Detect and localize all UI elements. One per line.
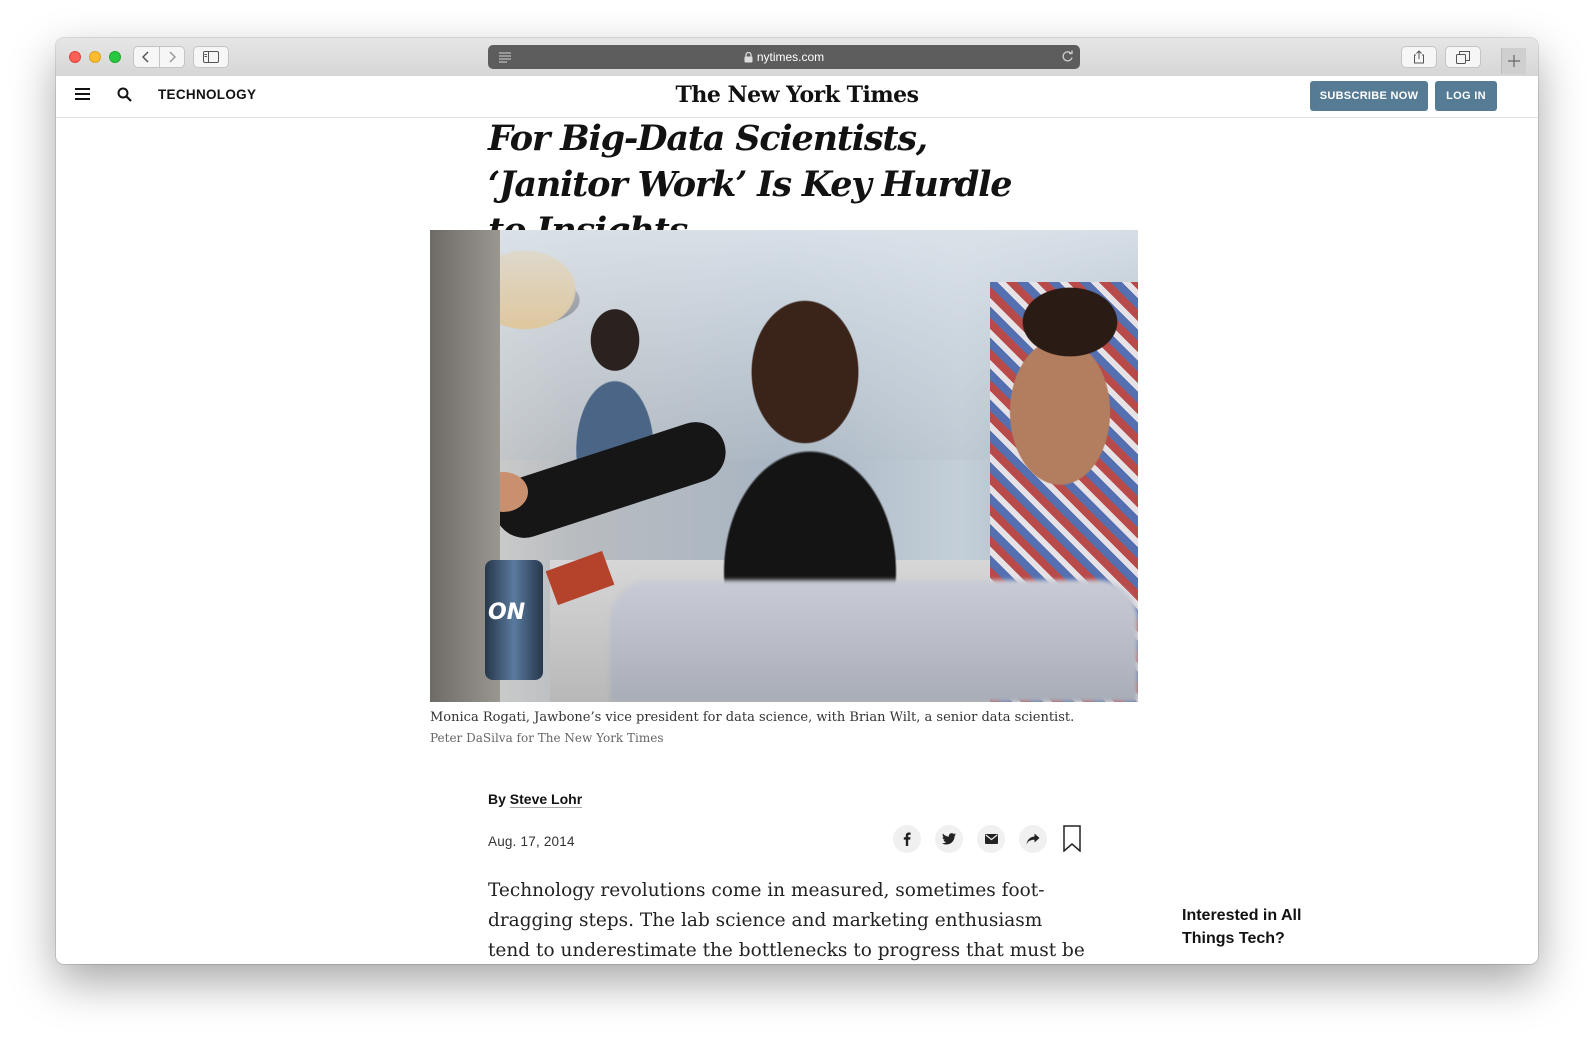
- email-share-button[interactable]: [977, 825, 1005, 853]
- newsletter-promo-title: Interested in All Things Tech?: [1182, 907, 1302, 947]
- chevron-right-icon: [169, 51, 176, 63]
- sidebar-icon: [203, 51, 219, 63]
- forward-button[interactable]: [158, 47, 185, 67]
- sidebar-toggle-button[interactable]: [193, 46, 229, 68]
- byline-prefix: By: [488, 791, 506, 807]
- new-tab-button[interactable]: [1501, 48, 1526, 74]
- browser-window: nytimes.com TECHNOLOGY The New York Time…: [56, 38, 1538, 964]
- photo-caption: Monica Rogati, Jawbone’s vice president …: [430, 710, 1075, 725]
- article-body: Technology revolutions come in measured,…: [488, 880, 1085, 961]
- byline: By Steve Lohr: [488, 791, 582, 807]
- back-button[interactable]: [134, 47, 159, 67]
- email-icon: [984, 834, 998, 844]
- login-button[interactable]: LOG IN: [1435, 81, 1497, 111]
- close-window-button[interactable]: [69, 51, 81, 63]
- address-bar[interactable]: nytimes.com: [488, 45, 1080, 69]
- author-link[interactable]: Steve Lohr: [510, 791, 582, 807]
- facebook-share-button[interactable]: [893, 825, 921, 853]
- minimize-window-button[interactable]: [89, 51, 101, 63]
- more-share-button[interactable]: [1019, 825, 1047, 853]
- twitter-icon: [942, 833, 956, 845]
- history-nav: [133, 46, 185, 68]
- plus-icon: [1508, 55, 1520, 67]
- maximize-window-button[interactable]: [109, 51, 121, 63]
- photo-can-text: ON: [488, 600, 526, 625]
- publish-date: Aug. 17, 2014: [488, 834, 575, 849]
- tab-overview-button[interactable]: [1445, 46, 1481, 68]
- reader-icon[interactable]: [498, 51, 512, 63]
- subscribe-button[interactable]: SUBSCRIBE NOW: [1310, 81, 1428, 111]
- lock-icon: [744, 51, 753, 62]
- reload-icon[interactable]: [1061, 50, 1074, 63]
- photo-credit: Peter DaSilva for The New York Times: [430, 731, 664, 745]
- share-sheet-icon: [1414, 50, 1424, 64]
- share-icon: [1026, 833, 1040, 845]
- twitter-share-button[interactable]: [935, 825, 963, 853]
- chevron-left-icon: [142, 51, 149, 63]
- article-photo: ON: [430, 230, 1138, 702]
- browser-toolbar: nytimes.com: [56, 38, 1538, 77]
- url-text: nytimes.com: [756, 50, 825, 64]
- tabs-icon: [1456, 50, 1470, 64]
- facebook-icon: [903, 832, 911, 846]
- site-header: TECHNOLOGY The New York Times SUBSCRIBE …: [56, 76, 1538, 118]
- bookmark-icon[interactable]: [1063, 825, 1081, 852]
- browser-share-button[interactable]: [1401, 46, 1437, 68]
